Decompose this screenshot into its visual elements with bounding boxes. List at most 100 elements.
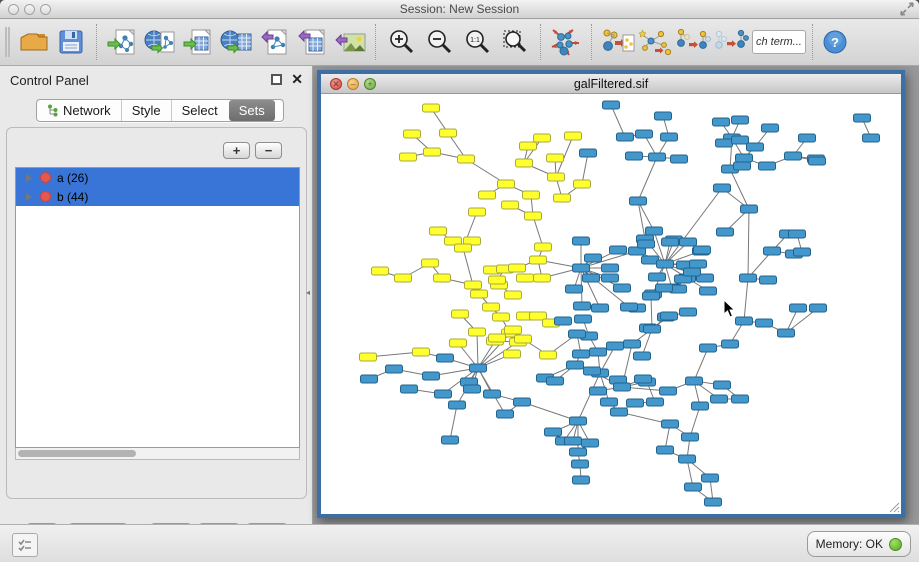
graph-edge[interactable]	[638, 157, 657, 201]
graph-node[interactable]	[469, 328, 486, 336]
graph-node[interactable]	[759, 162, 776, 170]
zoom-out-button[interactable]	[420, 23, 458, 61]
graph-node[interactable]	[617, 133, 634, 141]
graph-node[interactable]	[442, 436, 459, 444]
graph-edge[interactable]	[744, 278, 748, 321]
graph-edge[interactable]	[578, 373, 600, 421]
graph-node[interactable]	[584, 367, 601, 375]
graph-node[interactable]	[602, 274, 619, 282]
graph-node[interactable]	[514, 398, 531, 406]
remove-set-button[interactable]: −	[255, 142, 282, 159]
graph-node[interactable]	[547, 377, 564, 385]
graph-node[interactable]	[716, 139, 733, 147]
graph-node[interactable]	[567, 361, 584, 369]
graph-node[interactable]	[530, 256, 547, 264]
graph-node[interactable]	[504, 350, 521, 358]
graph-node[interactable]	[711, 395, 728, 403]
graph-node[interactable]	[484, 390, 501, 398]
graph-node[interactable]	[525, 212, 542, 220]
graph-node[interactable]	[554, 194, 571, 202]
graph-node[interactable]	[741, 205, 758, 213]
graph-node[interactable]	[621, 303, 638, 311]
graph-node[interactable]	[479, 191, 496, 199]
graph-node[interactable]	[732, 395, 749, 403]
import-network-file-button[interactable]	[103, 23, 141, 61]
graph-node[interactable]	[682, 433, 699, 441]
graph-node[interactable]	[647, 398, 664, 406]
help-button[interactable]: ?	[819, 23, 851, 61]
graph-node[interactable]	[516, 159, 533, 167]
graph-node[interactable]	[736, 317, 753, 325]
graph-node[interactable]	[794, 248, 811, 256]
memory-status[interactable]: Memory: OK	[807, 531, 911, 557]
graph-node[interactable]	[580, 149, 597, 157]
graph-edge[interactable]	[690, 406, 700, 437]
graph-node[interactable]	[361, 375, 378, 383]
zoom-actual-size-button[interactable]: 1:1	[458, 23, 496, 61]
graph-node[interactable]	[610, 246, 627, 254]
graph-node[interactable]	[582, 439, 599, 447]
graph-node[interactable]	[534, 134, 551, 142]
graph-node[interactable]	[685, 483, 702, 491]
graph-node[interactable]	[635, 375, 652, 383]
graph-node[interactable]	[692, 402, 709, 410]
graph-node[interactable]	[655, 112, 672, 120]
graph-node[interactable]	[636, 130, 653, 138]
task-history-button[interactable]	[12, 533, 38, 557]
graph-node[interactable]	[747, 143, 764, 151]
export-image-button[interactable]	[331, 23, 369, 61]
graph-node[interactable]	[740, 274, 757, 282]
graph-node[interactable]	[575, 315, 592, 323]
graph-node[interactable]	[614, 383, 631, 391]
graph-node[interactable]	[555, 317, 572, 325]
graph-node[interactable]	[574, 302, 591, 310]
graph-node[interactable]	[671, 155, 688, 163]
graph-node[interactable]	[646, 227, 663, 235]
graph-edge[interactable]	[611, 105, 625, 137]
graph-node[interactable]	[493, 313, 510, 321]
graph-node[interactable]	[464, 385, 481, 393]
graph-node[interactable]	[574, 180, 591, 188]
graph-node[interactable]	[799, 134, 816, 142]
graph-node[interactable]	[649, 273, 666, 281]
graph-node[interactable]	[660, 387, 677, 395]
graph-node[interactable]	[680, 308, 697, 316]
graph-node[interactable]	[638, 240, 655, 248]
graph-node[interactable]	[458, 155, 475, 163]
graph-edge[interactable]	[730, 169, 749, 209]
graph-node[interactable]	[694, 246, 711, 254]
fullscreen-icon[interactable]	[899, 2, 915, 17]
graph-node[interactable]	[449, 401, 466, 409]
apply-layout-button[interactable]	[547, 23, 585, 61]
graph-node[interactable]	[690, 260, 707, 268]
graph-node[interactable]	[570, 417, 587, 425]
tab-select[interactable]: Select	[171, 100, 228, 121]
graph-node[interactable]	[764, 247, 781, 255]
set-row-b[interactable]: b (44)	[16, 187, 299, 206]
graph-edge[interactable]	[477, 332, 478, 368]
graph-node[interactable]	[679, 455, 696, 463]
graph-node[interactable]	[680, 238, 697, 246]
graph-node[interactable]	[702, 474, 719, 482]
tab-network[interactable]: Network	[37, 100, 121, 121]
graph-node[interactable]	[762, 124, 779, 132]
graph-node[interactable]	[535, 243, 552, 251]
graph-node[interactable]	[573, 350, 590, 358]
graph-node[interactable]	[661, 312, 678, 320]
sets-horizontal-scrollbar[interactable]	[15, 448, 300, 460]
graph-node[interactable]	[509, 264, 526, 272]
search-input[interactable]	[752, 30, 806, 54]
graph-node[interactable]	[713, 118, 730, 126]
graph-node[interactable]	[611, 408, 628, 416]
graph-node[interactable]	[732, 116, 749, 124]
import-table-web-button[interactable]	[217, 23, 255, 61]
graph-edge[interactable]	[694, 348, 708, 381]
graph-node[interactable]	[810, 304, 827, 312]
export-table-button[interactable]	[293, 23, 331, 61]
graph-edge[interactable]	[450, 405, 457, 440]
graph-node[interactable]	[732, 136, 749, 144]
graph-node[interactable]	[401, 385, 418, 393]
save-session-button[interactable]	[52, 23, 90, 61]
graph-node[interactable]	[649, 153, 666, 161]
graph-node[interactable]	[430, 227, 447, 235]
